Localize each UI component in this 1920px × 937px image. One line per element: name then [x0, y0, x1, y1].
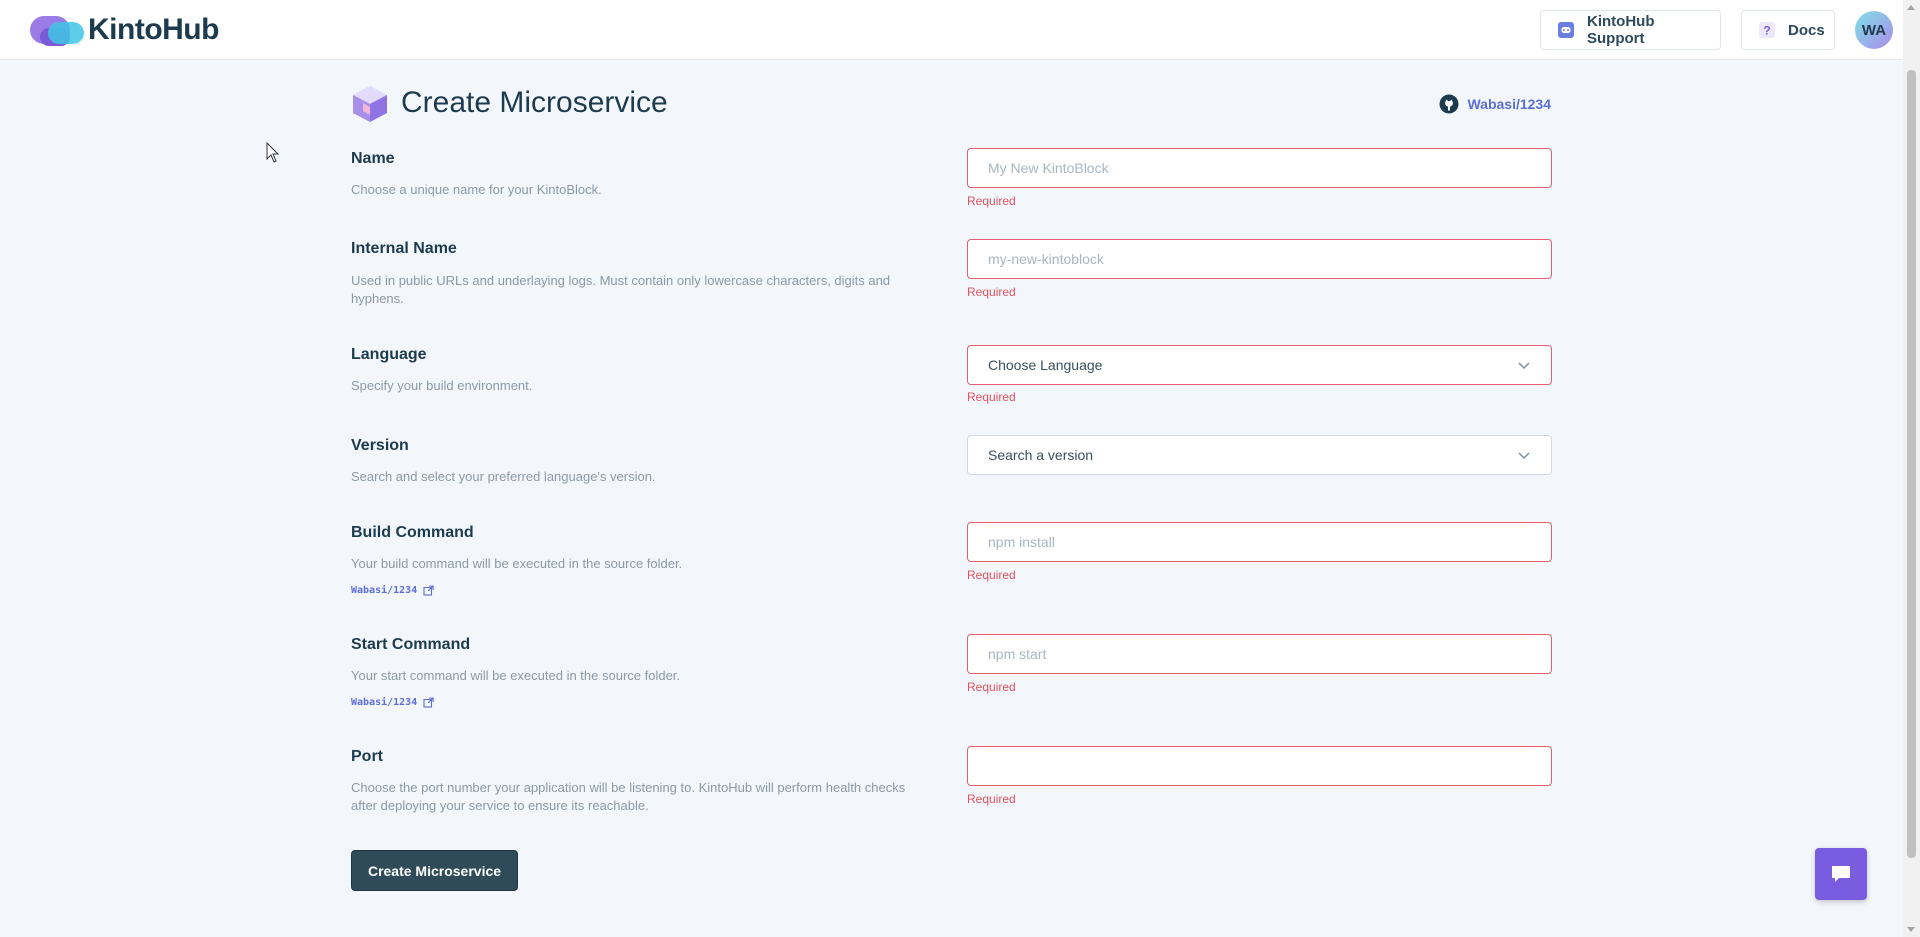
logo-text: KintoHub [88, 13, 219, 46]
chat-button[interactable] [1815, 848, 1867, 900]
port-description: Choose the port number your application … [351, 780, 906, 813]
language-error: Required [967, 390, 1016, 404]
start-command-description: Your start command will be executed in t… [351, 668, 681, 683]
chat-icon [1832, 866, 1850, 882]
chevron-down-icon [1518, 362, 1530, 370]
kintohub-logo[interactable]: KintoHub [30, 13, 219, 46]
start-command-repo-link-label: Wabasi/1234 [351, 697, 418, 708]
build-command-input[interactable]: npm install [967, 522, 1552, 562]
version-label: Version [351, 437, 409, 454]
repo-link-label: Wabasi/1234 [1467, 96, 1551, 112]
support-button[interactable]: KintoHub Support [1540, 10, 1721, 50]
port-label: Port [351, 748, 383, 765]
version-select-value: Search a version [988, 447, 1094, 463]
internal-name-label: Internal Name [351, 240, 457, 257]
internal-name-error: Required [967, 285, 1016, 299]
start-command-label: Start Command [351, 636, 471, 653]
language-description: Specify your build environment. [351, 378, 533, 393]
mouse-cursor-icon [266, 142, 280, 163]
build-command-error: Required [967, 568, 1016, 582]
svg-text:?: ? [1763, 24, 1770, 38]
name-error: Required [967, 194, 1016, 208]
name-description: Choose a unique name for your KintoBlock… [351, 182, 602, 197]
create-microservice-button[interactable]: Create Microservice [351, 850, 518, 891]
start-command-error: Required [967, 680, 1016, 694]
version-description: Search and select your preferred languag… [351, 469, 656, 484]
docs-button[interactable]: ? Docs [1741, 10, 1835, 50]
build-command-description: Your build command will be executed in t… [351, 556, 683, 571]
cube-icon [353, 86, 387, 122]
scrollbar-thumb[interactable] [1907, 70, 1916, 858]
language-select[interactable]: Choose Language [967, 345, 1552, 385]
name-input[interactable]: My New KintoBlock [967, 148, 1552, 188]
user-avatar[interactable]: WA [1855, 11, 1893, 49]
help-icon: ? [1758, 21, 1776, 39]
port-input[interactable] [967, 746, 1552, 786]
language-select-value: Choose Language [988, 357, 1103, 373]
vertical-scrollbar[interactable] [1903, 0, 1920, 937]
support-label: KintoHub Support [1587, 13, 1655, 47]
kintohub-logo-icon [30, 14, 84, 46]
build-command-repo-link[interactable]: Wabasi/1234 [351, 585, 434, 596]
scroll-down-icon[interactable] [1907, 927, 1915, 932]
repo-link[interactable]: Wabasi/1234 [1439, 94, 1551, 114]
internal-name-input[interactable]: my-new-kintoblock [967, 239, 1552, 279]
build-command-repo-link-label: Wabasi/1234 [351, 585, 418, 596]
external-link-icon [423, 585, 434, 596]
internal-name-description: Used in public URLs and underlaying logs… [351, 273, 891, 306]
start-command-repo-link[interactable]: Wabasi/1234 [351, 697, 434, 708]
discord-icon [1557, 21, 1575, 39]
language-label: Language [351, 346, 427, 363]
top-header: KintoHub KintoHub Support ? Docs WA [0, 0, 1903, 60]
scroll-up-icon[interactable] [1907, 5, 1915, 10]
chevron-down-icon [1518, 452, 1530, 460]
name-label: Name [351, 150, 395, 167]
docs-label: Docs [1788, 21, 1825, 39]
build-command-label: Build Command [351, 524, 474, 541]
external-link-icon [423, 697, 434, 708]
version-select[interactable]: Search a version [967, 435, 1552, 475]
page-header: Create Microservice Wabasi/1234 [351, 84, 1551, 124]
start-command-input[interactable]: npm start [967, 634, 1552, 674]
github-icon [1439, 94, 1459, 114]
page-title: Create Microservice [401, 86, 668, 119]
port-error: Required [967, 792, 1016, 806]
